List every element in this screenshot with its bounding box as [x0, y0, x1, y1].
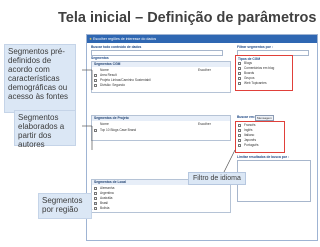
- limit-results-input[interactable]: [237, 160, 311, 202]
- search-input[interactable]: [91, 50, 223, 56]
- callout-author-segments: Segmentos elaborados a partir dos autore…: [14, 110, 76, 149]
- screen-header-text: Escolher regiões de interesse do dados: [93, 37, 157, 41]
- filter-label: Filtrar segmentos por :: [237, 45, 273, 49]
- checkbox[interactable]: [238, 62, 241, 65]
- callout-language-filter: Filtro de idioma: [188, 172, 246, 185]
- list-item-label: Top 10 Blogs Case Brand: [100, 128, 137, 132]
- list-item[interactable]: Português: [238, 143, 282, 148]
- csm-col-nome: Nome: [100, 68, 109, 72]
- checkbox[interactable]: [94, 192, 97, 195]
- checkbox[interactable]: [94, 202, 97, 205]
- checkbox[interactable]: [94, 84, 97, 87]
- checkbox[interactable]: [238, 77, 241, 80]
- slide-title: Tela inicial – Definição de parâmetros: [58, 10, 317, 26]
- list-item-label: Português: [244, 143, 259, 147]
- list-item-label: Bolivia: [100, 206, 110, 210]
- csm-col-escolha: Escolher: [198, 68, 211, 72]
- csm-segment-panel: Segmentos CGM Nome Escolher Area Result …: [91, 61, 231, 93]
- project-col-nome: Nome: [100, 122, 109, 126]
- limit-results-label: Limitar resultados de busca por :: [237, 155, 290, 159]
- callout-predefined-segments: Segmentos pré-definidos de acordo com ca…: [4, 44, 76, 113]
- checkbox[interactable]: [94, 207, 97, 210]
- checkbox[interactable]: [94, 79, 97, 82]
- checkbox[interactable]: [94, 74, 97, 77]
- checkbox[interactable]: [238, 72, 241, 75]
- checkbox[interactable]: [94, 187, 97, 190]
- list-item-label: Divisão: Segundo: [100, 83, 125, 87]
- checkbox[interactable]: [238, 134, 241, 137]
- list-item[interactable]: Web Topicantes: [238, 81, 288, 86]
- list-item-label: Web Topicantes: [244, 81, 267, 85]
- project-segment-panel: Segmentos de Projeto Nome Escolher Top 1…: [91, 115, 231, 141]
- checkbox[interactable]: [238, 129, 241, 132]
- screen-header: ★ Escolher regiões de interesse do dados: [87, 35, 317, 43]
- checkbox[interactable]: [238, 82, 241, 85]
- callout-region-segments: Segmentos por região: [38, 193, 92, 219]
- csm-panel-title: Segmentos CGM: [92, 62, 230, 67]
- star-icon: ★: [89, 37, 93, 41]
- search-in-label: Buscar em:: [237, 115, 255, 119]
- list-item[interactable]: Bolivia: [94, 206, 228, 211]
- checkbox[interactable]: [238, 124, 241, 127]
- checkbox[interactable]: [238, 139, 241, 142]
- project-col-escolha: Escolher: [198, 122, 211, 126]
- segments-label: Segmentos: [91, 56, 109, 60]
- search-label: Buscar todo conteúdo de dados: [91, 45, 142, 49]
- checkbox[interactable]: [94, 197, 97, 200]
- list-item[interactable]: Divisão: Segundo: [94, 83, 228, 88]
- list-item[interactable]: Top 10 Blogs Case Brand: [94, 128, 228, 133]
- checkbox[interactable]: [94, 129, 97, 132]
- app-screenshot: ★ Escolher regiões de interesse do dados…: [86, 34, 318, 241]
- project-panel-title: Segmentos de Projeto: [92, 116, 230, 121]
- checkbox[interactable]: [238, 67, 241, 70]
- checkbox[interactable]: [238, 144, 241, 147]
